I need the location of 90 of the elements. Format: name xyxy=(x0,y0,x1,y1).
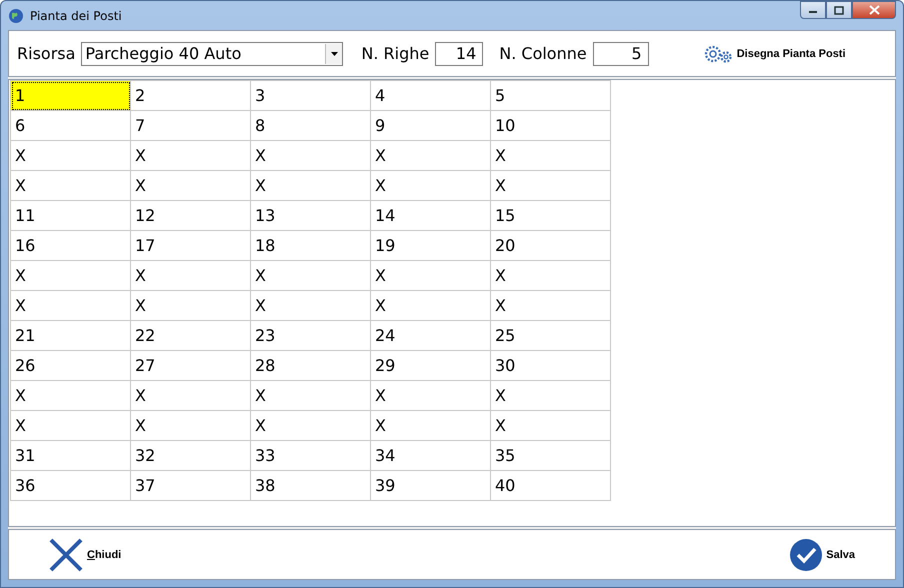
seat-cell[interactable]: 34 xyxy=(370,440,490,470)
close-button[interactable] xyxy=(852,1,896,19)
seat-cell[interactable]: 30 xyxy=(490,350,610,380)
seat-cell[interactable]: X xyxy=(370,290,490,320)
gears-icon xyxy=(702,44,733,64)
seat-cell[interactable]: 14 xyxy=(370,200,490,230)
seat-cell[interactable]: 28 xyxy=(250,350,370,380)
caret-icon xyxy=(330,52,338,56)
close-icon xyxy=(868,5,880,15)
seat-cell[interactable]: X xyxy=(370,170,490,200)
seat-cell[interactable]: 27 xyxy=(130,350,250,380)
seat-cell[interactable]: 6 xyxy=(10,110,130,140)
seat-cell[interactable]: 24 xyxy=(370,320,490,350)
seat-cell[interactable]: 19 xyxy=(370,230,490,260)
save-button[interactable]: Salva xyxy=(790,538,855,570)
seat-cell[interactable]: 33 xyxy=(250,440,370,470)
resource-label: Risorsa xyxy=(17,44,76,63)
seat-cell[interactable]: X xyxy=(250,380,370,410)
seat-cell[interactable]: 7 xyxy=(130,110,250,140)
seat-cell[interactable]: 10 xyxy=(490,110,610,140)
seat-cell[interactable]: X xyxy=(490,170,610,200)
seat-cell[interactable]: 39 xyxy=(370,470,490,500)
check-icon xyxy=(790,538,822,570)
resource-dropdown[interactable]: Parcheggio 40 Auto xyxy=(81,42,344,66)
seat-cell[interactable]: 31 xyxy=(10,440,130,470)
seat-cell[interactable]: X xyxy=(490,260,610,290)
draw-map-button[interactable]: Disegna Pianta Posti xyxy=(700,42,848,66)
maximize-icon xyxy=(834,6,844,14)
seat-cell[interactable]: X xyxy=(250,410,370,440)
seat-cell[interactable]: X xyxy=(490,380,610,410)
seat-cell[interactable]: X xyxy=(370,410,490,440)
seat-cell[interactable]: 9 xyxy=(370,110,490,140)
close-action-button[interactable]: Chiudi xyxy=(49,538,122,572)
seat-cell[interactable]: X xyxy=(10,170,130,200)
columns-field[interactable]: 5 xyxy=(592,42,649,66)
columns-label: N. Colonne xyxy=(499,44,587,63)
seat-cell[interactable]: X xyxy=(250,260,370,290)
maximize-button[interactable] xyxy=(826,1,852,19)
seat-cell[interactable]: 12 xyxy=(130,200,250,230)
seat-cell[interactable]: X xyxy=(130,380,250,410)
seat-cell[interactable]: X xyxy=(10,140,130,170)
seat-cell[interactable]: 23 xyxy=(250,320,370,350)
seat-cell[interactable]: X xyxy=(10,260,130,290)
seat-cell[interactable]: 8 xyxy=(250,110,370,140)
seat-cell[interactable]: X xyxy=(370,260,490,290)
seat-cell[interactable]: 32 xyxy=(130,440,250,470)
seat-cell[interactable]: X xyxy=(490,410,610,440)
seat-cell[interactable]: 36 xyxy=(10,470,130,500)
seat-cell[interactable]: X xyxy=(10,380,130,410)
minimize-button[interactable] xyxy=(800,1,826,19)
seat-cell[interactable]: 1 xyxy=(10,80,130,110)
seat-cell[interactable]: 11 xyxy=(10,200,130,230)
seat-cell[interactable]: X xyxy=(10,410,130,440)
seat-cell[interactable]: 29 xyxy=(370,350,490,380)
seat-cell[interactable]: 26 xyxy=(10,350,130,380)
seat-cell[interactable]: 22 xyxy=(130,320,250,350)
seat-cell[interactable]: X xyxy=(490,140,610,170)
seat-cell[interactable]: 17 xyxy=(130,230,250,260)
seat-cell[interactable]: X xyxy=(130,140,250,170)
seat-cell[interactable]: 5 xyxy=(490,80,610,110)
seat-cell[interactable]: X xyxy=(370,380,490,410)
seat-cell[interactable]: X xyxy=(130,170,250,200)
rows-label: N. Righe xyxy=(361,44,430,63)
seat-cell[interactable]: X xyxy=(130,290,250,320)
window-title: Pianta dei Posti xyxy=(30,8,122,22)
rows-field[interactable]: 14 xyxy=(435,42,484,66)
seat-cell[interactable]: 40 xyxy=(490,470,610,500)
seat-cell[interactable]: X xyxy=(250,140,370,170)
seat-cell[interactable]: 4 xyxy=(370,80,490,110)
seat-cell[interactable]: X xyxy=(490,290,610,320)
seat-cell[interactable]: X xyxy=(130,410,250,440)
seat-cell[interactable]: X xyxy=(130,260,250,290)
seat-cell[interactable]: X xyxy=(10,290,130,320)
seat-cell[interactable]: X xyxy=(370,140,490,170)
seat-cell[interactable]: 18 xyxy=(250,230,370,260)
close-icon xyxy=(49,538,83,572)
seat-cell[interactable]: 35 xyxy=(490,440,610,470)
seat-cell[interactable]: X xyxy=(250,170,370,200)
seat-cell[interactable]: 37 xyxy=(130,470,250,500)
seat-cell[interactable]: X xyxy=(250,290,370,320)
seat-cell[interactable]: 25 xyxy=(490,320,610,350)
globe-icon xyxy=(8,8,24,24)
seat-cell[interactable]: 21 xyxy=(10,320,130,350)
seat-cell[interactable]: 38 xyxy=(250,470,370,500)
seat-cell[interactable]: 20 xyxy=(490,230,610,260)
seat-cell[interactable]: 3 xyxy=(250,80,370,110)
seat-cell[interactable]: 2 xyxy=(130,80,250,110)
seat-cell[interactable]: 15 xyxy=(490,200,610,230)
seat-cell[interactable]: 13 xyxy=(250,200,370,230)
seat-cell[interactable]: 16 xyxy=(10,230,130,260)
